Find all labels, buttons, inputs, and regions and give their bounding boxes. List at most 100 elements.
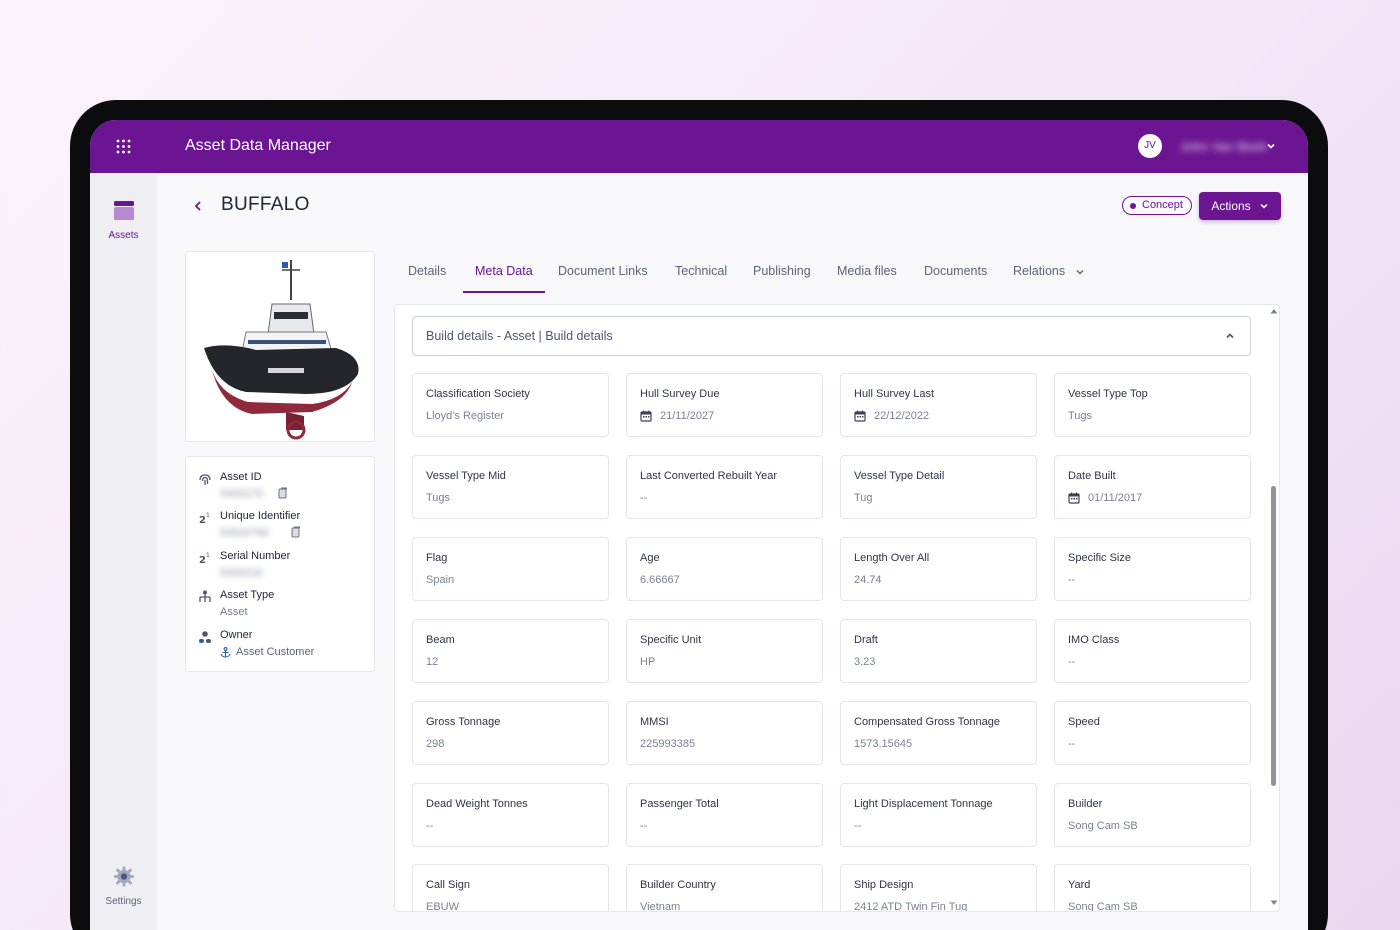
field-value-text: Vietnam xyxy=(640,901,681,912)
field-card[interactable]: IMO Class -- xyxy=(1054,619,1251,683)
field-card[interactable]: Speed -- xyxy=(1054,701,1251,765)
field-card[interactable]: Ship Design 2412 ATD Twin Fin Tug xyxy=(840,864,1037,912)
field-label: Yard xyxy=(1068,879,1091,891)
section-header[interactable]: Build details - Asset | Build details xyxy=(412,316,1251,356)
chevron-down-icon[interactable] xyxy=(1265,140,1277,152)
field-card[interactable]: Hull Survey Last 22/12/2022 xyxy=(840,373,1037,437)
scroll-up-icon[interactable] xyxy=(1270,308,1278,314)
field-label: Length Over All xyxy=(854,552,930,564)
hierarchy-icon xyxy=(199,590,211,602)
field-value: 21/11/2027 xyxy=(640,410,714,422)
field-card[interactable]: Builder Country Vietnam xyxy=(626,864,823,912)
field-card[interactable]: Last Converted Rebuilt Year -- xyxy=(626,455,823,519)
field-label: Flag xyxy=(426,552,448,564)
field-value-text: 225993385 xyxy=(640,738,696,750)
field-card[interactable]: Passenger Total -- xyxy=(626,783,823,847)
field-value-text: 2412 ATD Twin Fin Tug xyxy=(854,901,968,912)
tab-relations-label: Relations xyxy=(1013,264,1066,278)
field-value: 3.23 xyxy=(854,656,875,668)
status-label: Concept xyxy=(1142,199,1183,211)
field-value-text: Tugs xyxy=(426,492,451,504)
field-card[interactable]: Beam 12 xyxy=(412,619,609,683)
actions-label: Actions xyxy=(1211,199,1251,213)
sidebar-item-settings[interactable]: Settings xyxy=(90,866,157,907)
copy-icon[interactable] xyxy=(291,526,301,538)
field-value-text: -- xyxy=(1068,656,1076,668)
field-label: IMO Class xyxy=(1068,634,1120,646)
tab-documents[interactable]: Documents xyxy=(924,264,987,291)
field-card[interactable]: Vessel Type Mid Tugs xyxy=(412,455,609,519)
scrollbar-thumb[interactable] xyxy=(1271,486,1276,786)
number-icon: 2 1 xyxy=(199,552,210,565)
field-label: Classification Society xyxy=(426,388,530,400)
field-label: Date Built xyxy=(1068,470,1116,482)
app-title: Asset Data Manager xyxy=(185,137,331,154)
tab-media-files[interactable]: Media files xyxy=(837,264,897,291)
field-card[interactable]: Call Sign EBUW xyxy=(412,864,609,911)
field-card[interactable]: Specific Size -- xyxy=(1054,537,1251,601)
tab-details[interactable]: Details xyxy=(408,264,446,291)
field-value-text: Song Cam SB xyxy=(1068,901,1138,912)
field-value: -- xyxy=(1068,656,1075,668)
copy-icon[interactable] xyxy=(278,487,288,499)
field-value: 12 xyxy=(426,656,438,668)
field-card[interactable]: Yard Song Cam SB xyxy=(1054,864,1251,912)
field-label: Builder xyxy=(1068,798,1103,810)
field-value: 6.66667 xyxy=(640,574,680,586)
field-card[interactable]: Vessel Type Detail Tug xyxy=(840,455,1037,519)
field-card[interactable]: Flag Spain xyxy=(412,537,609,601)
user-avatar[interactable]: JV xyxy=(1138,134,1162,158)
gear-icon xyxy=(113,866,134,887)
users-icon xyxy=(199,631,211,643)
field-value-text: -- xyxy=(1068,574,1076,586)
field-value-text: 01/11/2017 xyxy=(1088,492,1143,504)
serial-number-value: 5400216 xyxy=(220,567,263,579)
tab-document-links[interactable]: Document Links xyxy=(558,264,648,291)
back-arrow-icon[interactable] xyxy=(190,198,206,214)
field-card[interactable]: Specific Unit HP xyxy=(626,619,823,683)
field-label: Specific Unit xyxy=(640,634,702,646)
tab-relations[interactable]: Relations xyxy=(1013,264,1085,291)
app-grid-icon[interactable] xyxy=(116,139,131,154)
field-label: MMSI xyxy=(640,716,669,728)
field-card[interactable]: Length Over All 24.74 xyxy=(840,537,1037,601)
field-value-text: -- xyxy=(1068,738,1076,750)
field-card[interactable]: Compensated Gross Tonnage 1573.15645 xyxy=(840,701,1037,765)
field-card[interactable]: Gross Tonnage 298 xyxy=(412,701,609,765)
field-label: Age xyxy=(640,552,660,564)
field-card[interactable]: Hull Survey Due 21/11/2027 xyxy=(626,373,823,437)
field-value: Song Cam SB xyxy=(1068,820,1138,832)
field-label: Ship Design xyxy=(854,879,914,891)
field-value-text: 6.66667 xyxy=(640,574,680,586)
field-label: Call Sign xyxy=(426,879,471,891)
field-card[interactable]: Vessel Type Top Tugs xyxy=(1054,373,1251,437)
actions-button[interactable]: Actions xyxy=(1199,192,1281,220)
field-card[interactable]: Light Displacement Tonnage -- xyxy=(840,783,1037,847)
calendar-icon xyxy=(1068,492,1080,504)
tab-meta-data[interactable]: Meta Data xyxy=(463,264,545,293)
field-card[interactable]: Dead Weight Tonnes -- xyxy=(412,783,609,847)
tab-publishing[interactable]: Publishing xyxy=(753,264,811,291)
sidebar-item-assets[interactable]: Assets xyxy=(90,200,157,241)
scroll-down-icon[interactable] xyxy=(1270,900,1278,906)
field-card[interactable]: MMSI 225993385 xyxy=(626,701,823,765)
field-value: Vietnam xyxy=(640,901,681,912)
field-value: Lloyd's Register xyxy=(426,410,504,422)
field-card[interactable]: Age 6.66667 xyxy=(626,537,823,601)
owner-link[interactable]: Asset Customer xyxy=(220,646,314,658)
chevron-up-icon[interactable] xyxy=(1224,330,1236,342)
status-dot-icon xyxy=(1130,202,1136,209)
field-value-text: 298 xyxy=(426,738,445,750)
tab-technical[interactable]: Technical xyxy=(675,264,727,291)
field-card[interactable]: Builder Song Cam SB xyxy=(1054,783,1251,847)
user-name[interactable]: John Van Beek xyxy=(1180,139,1267,154)
field-card[interactable]: Date Built 01/11/2017 xyxy=(1054,455,1251,519)
field-card[interactable]: Draft 3.23 xyxy=(840,619,1037,683)
anchor-icon xyxy=(220,646,231,658)
asset-type-label: Asset Type xyxy=(220,589,275,601)
field-label: Specific Size xyxy=(1068,552,1131,564)
calendar-icon xyxy=(640,410,652,422)
field-value: -- xyxy=(1068,738,1075,750)
field-card[interactable]: Classification Society Lloyd's Register xyxy=(412,373,609,437)
section-title: Build details - Asset | Build details xyxy=(426,329,613,343)
